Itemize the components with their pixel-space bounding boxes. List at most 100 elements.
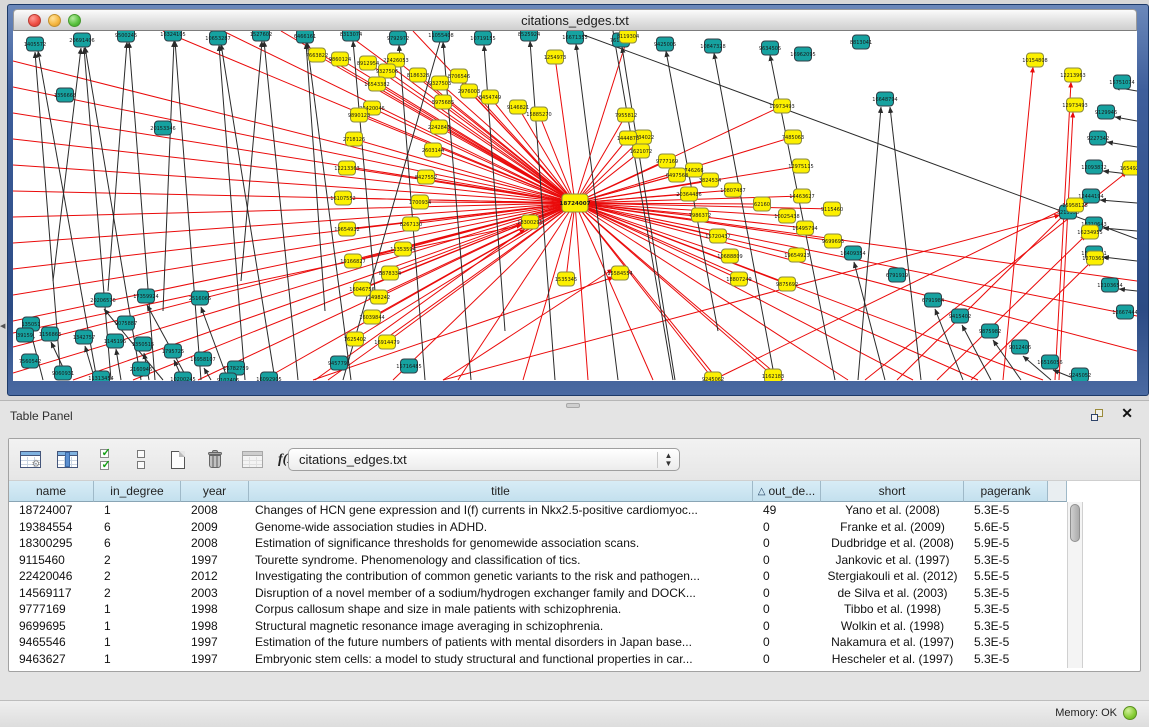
network-edge [575, 203, 913, 380]
select-column-button[interactable] [51, 444, 83, 476]
create-column-button[interactable] [162, 444, 194, 476]
table-cell-year: 2008 [181, 502, 249, 519]
network-node-label: 9890123 [348, 113, 370, 119]
table-row[interactable]: 1456911722003Disruption of a novel membe… [9, 585, 1067, 602]
network-edge [1059, 112, 1073, 380]
unselect-columns-button[interactable] [125, 444, 157, 476]
network-node-label: 8912954 [357, 61, 379, 67]
network-node-label: 12975115 [788, 164, 813, 170]
network-node-label: 8186328 [407, 73, 429, 79]
network-window-titlebar[interactable]: citations_edges.txt [13, 9, 1137, 31]
table-cell-year: 1997 [181, 634, 249, 651]
network-node-label: 9227342 [1087, 136, 1109, 142]
table-cell-year: 2003 [181, 585, 249, 602]
network-node-label: 16782759 [223, 366, 248, 372]
network-node-label: 8706546 [448, 74, 470, 80]
table-cell-pagerank: 5.3E-5 [964, 651, 1048, 668]
dropdown-arrows-icon: ▲▼ [657, 452, 679, 468]
table-selector-dropdown[interactable]: citations_edges.txt ▲▼ [288, 448, 680, 471]
network-node-label: 9012406 [1009, 345, 1031, 351]
table-cell-name: 9465546 [9, 634, 94, 651]
column-header-short[interactable]: short [821, 481, 964, 502]
network-edge [1103, 228, 1137, 231]
network-node-label: 16039844 [359, 315, 384, 321]
table-settings-button[interactable]: ⚙ [14, 444, 46, 476]
table-cell-short: Yano et al. (2008) [821, 502, 964, 519]
network-node-label: 16914479 [374, 340, 399, 346]
network-canvas[interactable]: 1405572206914069500245163241051065328715… [13, 31, 1137, 381]
column-header-in_degree[interactable]: in_degree [94, 481, 181, 502]
network-node-label: 1342757 [73, 335, 95, 341]
network-node-label: 15751074 [1109, 80, 1134, 86]
table-row[interactable]: 977716911998Corpus callosum shape and si… [9, 601, 1067, 618]
network-node-label: 2603144 [422, 148, 444, 154]
table-row[interactable]: 2242004622012Investigating the contribut… [9, 568, 1067, 585]
network-edge [1115, 117, 1137, 121]
table-cell-title: Disruption of a novel member of a sodium… [249, 585, 753, 602]
table-cell-year: 1998 [181, 618, 249, 635]
column-header-pagerank[interactable]: pagerank [964, 481, 1048, 502]
network-node-label: 9699695 [822, 239, 844, 245]
table-row[interactable]: 1938455462009Genome-wide association stu… [9, 519, 1067, 536]
close-panel-icon[interactable]: ✕ [1121, 405, 1133, 421]
scrollbar-thumb[interactable] [1070, 504, 1080, 542]
empty-boxes-icon [137, 450, 145, 469]
column-header-title[interactable]: title [249, 481, 753, 502]
column-header-out_degree[interactable]: △out_de... [753, 481, 821, 502]
network-edge [575, 203, 783, 380]
network-window[interactable]: citations_edges.txt 14055722069140695002… [7, 4, 1149, 396]
network-edge [13, 225, 522, 333]
network-node-label: 16516056 [1037, 360, 1062, 366]
network-node-label: 39159 [17, 333, 33, 339]
table-cell-in_degree: 1 [94, 634, 181, 651]
select-all-columns-button[interactable] [88, 444, 120, 476]
network-node-label: 12213963 [1060, 73, 1085, 79]
table-cell-year: 2012 [181, 568, 249, 585]
table-row[interactable]: 1872400712008Changes of HCN gene express… [9, 502, 1067, 519]
table-cell-out_degree: 0 [753, 618, 821, 635]
table-cell-pagerank: 5.3E-5 [964, 634, 1048, 651]
panel-collapse-arrow[interactable]: ◀ [0, 322, 5, 330]
column-header-label: title [491, 484, 510, 498]
column-header-name[interactable]: name [9, 481, 94, 502]
table-row[interactable]: 946362711997Embryonic stem cells: a mode… [9, 651, 1067, 668]
table-cell-name: 19384554 [9, 519, 94, 536]
table-cell-in_degree: 1 [94, 502, 181, 519]
network-node-label: 7663822 [306, 53, 328, 59]
table-row[interactable]: 946554611997Estimation of the future num… [9, 634, 1067, 651]
network-node-label: 12213363 [334, 166, 359, 172]
float-panel-icon[interactable] [1091, 409, 1105, 422]
table-row[interactable]: 969969511998Structural magnetic resonanc… [9, 618, 1067, 635]
network-node-label: 1145196 [104, 339, 126, 345]
network-node-label: 20364486 [676, 192, 701, 198]
column-header-label: out_de... [768, 484, 815, 498]
network-node-label: 5975685 [432, 100, 454, 106]
network-edge [307, 42, 351, 380]
network-node-label: 10847328 [700, 44, 725, 50]
column-header-label: year [203, 484, 226, 498]
table-row[interactable]: 911546021997Tourette syndrome. Phenomeno… [9, 552, 1067, 569]
memory-status-label: Memory: OK [1055, 707, 1117, 719]
float-square-front-icon [1091, 414, 1098, 421]
network-node-label: 9875982 [979, 329, 1001, 335]
table-panel: Table Panel ✕ ⚙ [0, 400, 1149, 700]
network-graph[interactable]: 1405572206914069500245163241051065328715… [13, 31, 1137, 381]
network-node-label: 2242843 [428, 125, 450, 131]
network-node-label: 20153346 [150, 126, 175, 132]
splitter-grip[interactable] [566, 403, 580, 408]
column-header-year[interactable]: year [181, 481, 249, 502]
table-cell-in_degree: 2 [94, 552, 181, 569]
vertical-scrollbar[interactable] [1067, 502, 1083, 668]
network-node-label: 11313454 [88, 376, 113, 381]
checkmarks-icon [100, 449, 109, 470]
network-node-label: 10807487 [720, 188, 745, 194]
network-node-label: 10025438 [774, 214, 799, 220]
table-row[interactable]: 1830029562008Estimation of significance … [9, 535, 1067, 552]
delete-column-button[interactable] [199, 444, 231, 476]
table-cell-short: Nakamura et al. (1997) [821, 634, 964, 651]
column-header-label: name [36, 484, 66, 498]
network-node-label: 9500245 [115, 33, 137, 39]
network-node-label: 22426053 [383, 58, 408, 64]
network-node-label: 7625402 [344, 337, 366, 343]
network-edge [175, 41, 201, 380]
